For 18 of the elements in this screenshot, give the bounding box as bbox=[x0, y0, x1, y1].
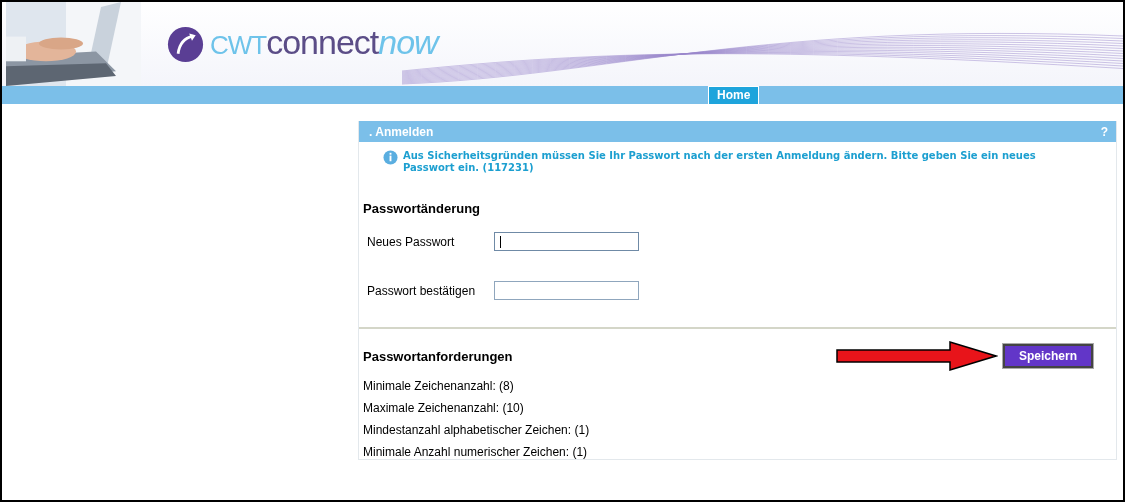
requirement-text: Minimale Anzahl numerischer Zeichen: (1) bbox=[363, 445, 589, 459]
logo-icon bbox=[167, 25, 204, 63]
info-message: Aus Sicherheitsgründen müssen Sie Ihr Passwort nach der ersten Anmeldung ändern. Bitte geben Sie ein neues Passwort ein. (117231) bbox=[403, 150, 1037, 174]
logo-text: CWTconnectnow bbox=[210, 22, 438, 63]
field-label: Neues Passwort bbox=[367, 234, 456, 249]
password-field[interactable] bbox=[494, 232, 639, 251]
panel-title: . Anmelden bbox=[369, 124, 434, 139]
field-label: Passwort bestätigen bbox=[367, 283, 477, 298]
nav-tab[interactable]: Home bbox=[708, 86, 760, 104]
save-button[interactable]: Speichern bbox=[1002, 344, 1093, 368]
requirement-text: Minimale Zeichenanzahl: (8) bbox=[363, 379, 515, 393]
password-field[interactable] bbox=[494, 281, 639, 300]
requirement-text: Maximale Zeichenanzahl: (10) bbox=[363, 401, 525, 415]
info-icon bbox=[383, 150, 398, 165]
section-heading: Passwortanforderungen bbox=[363, 348, 513, 364]
requirement-text: Mindestanzahl alphabetischer Zeichen: (1) bbox=[363, 423, 591, 437]
section-heading: Passwortänderung bbox=[363, 201, 482, 216]
help-link[interactable]: ? bbox=[1100, 124, 1108, 139]
